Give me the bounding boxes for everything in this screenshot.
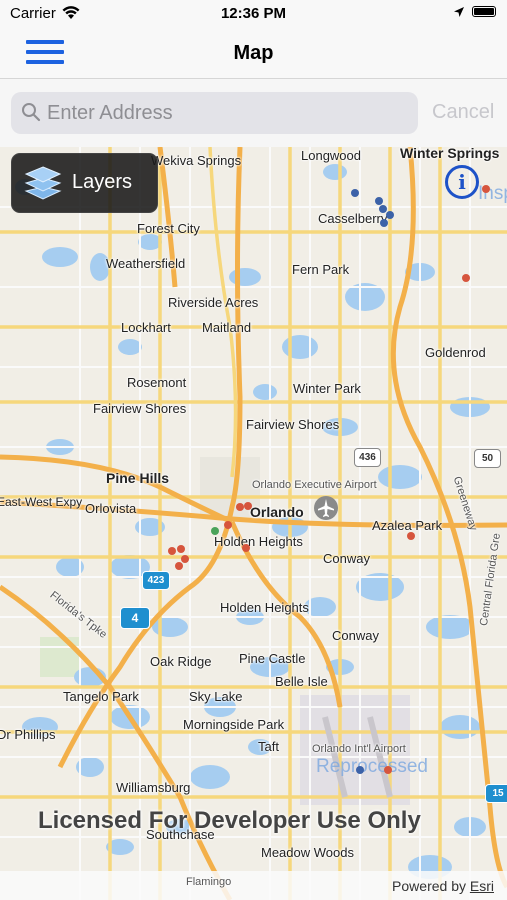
attribution-text: Powered by Esri — [392, 878, 494, 894]
map-label: Fairview Shores — [93, 401, 187, 416]
search-bar: Cancel — [0, 79, 507, 147]
map-label: Fairview Shores — [246, 417, 340, 432]
address-search-input[interactable] — [47, 97, 407, 129]
map-label: Orlovista — [85, 501, 137, 516]
route-shield: 4 — [120, 607, 150, 629]
info-button[interactable]: i — [445, 165, 479, 199]
attribution-bar: Powered by Esri — [0, 871, 507, 900]
map-label: Williamsburg — [116, 780, 191, 795]
map-label: Holden Heights — [214, 534, 303, 549]
route-shield: 15 — [485, 784, 507, 803]
route-shield: 50 — [474, 449, 501, 468]
map-label: Lockhart — [121, 320, 171, 335]
powered-by-label: Powered by — [392, 878, 466, 894]
incident-marker[interactable] — [236, 503, 244, 511]
map-label: Pine Hills — [106, 470, 170, 486]
map-label: Forest City — [137, 221, 200, 236]
incident-marker[interactable] — [462, 274, 470, 282]
map-label: Orlando — [250, 504, 304, 520]
location-arrow-icon — [454, 7, 464, 17]
map-label: Orlando Int'l Airport — [312, 743, 406, 755]
clock: 12:36 PM — [220, 5, 287, 22]
search-field[interactable] — [11, 92, 418, 134]
map-label: Morningside Park — [183, 717, 285, 732]
layers-icon — [24, 166, 62, 200]
map-label: Orlando Executive Airport — [252, 479, 377, 491]
map-label: Conway — [332, 628, 379, 643]
map-label: Maitland — [202, 320, 252, 335]
map-label: Belle Isle — [275, 674, 328, 689]
map-label: Fern Park — [292, 262, 350, 277]
incident-marker[interactable] — [211, 527, 219, 535]
map-label: Sky Lake — [189, 689, 243, 704]
incident-marker[interactable] — [244, 502, 252, 510]
airport-icon — [314, 496, 338, 520]
map-label: Conway — [323, 551, 370, 566]
map-label: Tangelo Park — [63, 689, 139, 704]
layers-button[interactable]: Layers — [11, 153, 158, 213]
license-watermark: Licensed For Developer Use Only — [38, 807, 421, 834]
route-shield: 436 — [354, 448, 381, 467]
map-label: Casselberry — [318, 211, 388, 226]
incident-marker[interactable] — [175, 562, 183, 570]
map-label: Oak Ridge — [150, 654, 212, 669]
incident-marker[interactable] — [407, 532, 415, 540]
map-label: Wekiva Springs — [151, 153, 242, 168]
map-label: Flamingo — [186, 876, 232, 888]
map-label: Dr Phillips — [0, 727, 56, 742]
map-label: Taft — [258, 739, 279, 754]
cancel-button[interactable]: Cancel — [432, 101, 494, 124]
incident-marker[interactable] — [375, 197, 383, 205]
search-icon — [22, 103, 41, 122]
battery-icon — [472, 6, 496, 17]
map-label: Weathersfield — [106, 256, 186, 271]
incident-marker[interactable] — [224, 521, 232, 529]
map-label: Pine Castle — [239, 651, 306, 666]
incident-marker[interactable] — [168, 547, 176, 555]
status-bar: Carrier 12:36 PM — [0, 0, 507, 30]
map-label: East-West Expy — [0, 495, 83, 509]
map-label: Winter Park — [293, 381, 361, 396]
incident-marker[interactable] — [351, 189, 359, 197]
page-title: Map — [233, 42, 274, 64]
map-label: Longwood — [301, 148, 361, 163]
incident-marker[interactable] — [356, 766, 364, 774]
map-label: Meadow Woods — [261, 845, 354, 860]
map-label: Holden Heights — [220, 600, 309, 615]
esri-link[interactable]: Esri — [470, 878, 494, 894]
incident-marker[interactable] — [386, 211, 394, 219]
map-label: Goldenrod — [425, 345, 486, 360]
map-label: Azalea Park — [372, 518, 443, 533]
map-label: Riverside Acres — [168, 295, 259, 310]
navigation-bar: Map — [0, 30, 507, 79]
incident-marker[interactable] — [482, 185, 490, 193]
map-label: Rosemont — [127, 375, 187, 390]
map-label: Winter Springs — [400, 147, 500, 161]
info-icon: i — [458, 170, 466, 194]
incident-marker[interactable] — [384, 766, 392, 774]
overlay-text: Reprocessed — [316, 756, 428, 777]
route-shield: 423 — [142, 571, 170, 590]
incident-marker[interactable] — [177, 545, 185, 553]
map-view[interactable]: Wekiva Springs Longwood Winter Springs C… — [0, 147, 507, 900]
incident-marker[interactable] — [181, 555, 189, 563]
incident-marker[interactable] — [242, 544, 250, 552]
incident-marker[interactable] — [380, 219, 388, 227]
layers-label: Layers — [72, 171, 133, 193]
